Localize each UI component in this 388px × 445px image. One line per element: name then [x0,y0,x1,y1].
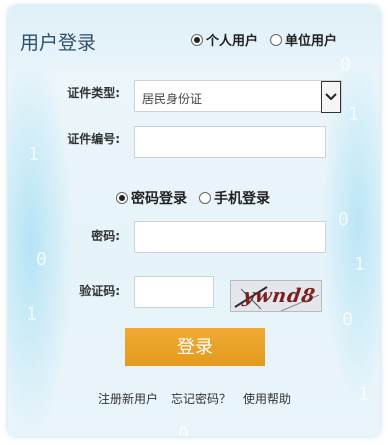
decor-digit: 1 [348,104,359,125]
login-button[interactable]: 登录 [125,328,265,366]
decor-digit: 0 [36,249,47,270]
user-type-organization[interactable]: 单位用户 [270,29,337,49]
decor-digit: 1 [28,144,39,165]
cert-type-label: 证件类型: [67,86,120,100]
decor-digit: 1 [354,254,365,275]
captcha-label: 验证码: [79,284,120,298]
cert-type-value: 居民身份证 [142,92,203,106]
cert-type-select[interactable]: 居民身份证 [134,80,342,113]
password-input[interactable] [134,221,326,253]
decor-digit: 1 [26,304,37,325]
chevron-down-icon[interactable] [321,81,341,113]
radio-unselected-icon [270,33,282,46]
login-mode-password[interactable]: 密码登录 [116,187,187,208]
radio-selected-icon [191,33,203,46]
decor-digit: 1 [358,384,369,405]
password-label: 密码: [91,229,120,243]
cert-number-input[interactable] [134,126,326,158]
decor-digit: 0 [338,209,349,230]
user-type-personal[interactable]: 个人用户 [191,29,258,49]
login-panel: 0 1 0 1 0 1 0 1 0 1 用户登录 个人用户 单位用户 证件类型:… [8,6,380,436]
register-link[interactable]: 注册新用户 [98,390,158,407]
captcha-image[interactable]: ywnd8 [230,280,322,312]
captcha-input[interactable] [134,276,214,308]
radio-unselected-icon [199,191,211,204]
page-title: 用户登录 [20,33,97,54]
forgot-password-link[interactable]: 忘记密码？ [171,390,231,407]
cert-number-label: 证件编号: [67,132,120,146]
decor-digit: 0 [342,309,353,330]
captcha-text: ywnd8 [241,285,318,307]
decor-digit: 0 [178,424,189,437]
login-mode-phone[interactable]: 手机登录 [199,187,270,208]
radio-selected-icon [116,191,128,204]
help-link[interactable]: 使用帮助 [243,390,291,407]
